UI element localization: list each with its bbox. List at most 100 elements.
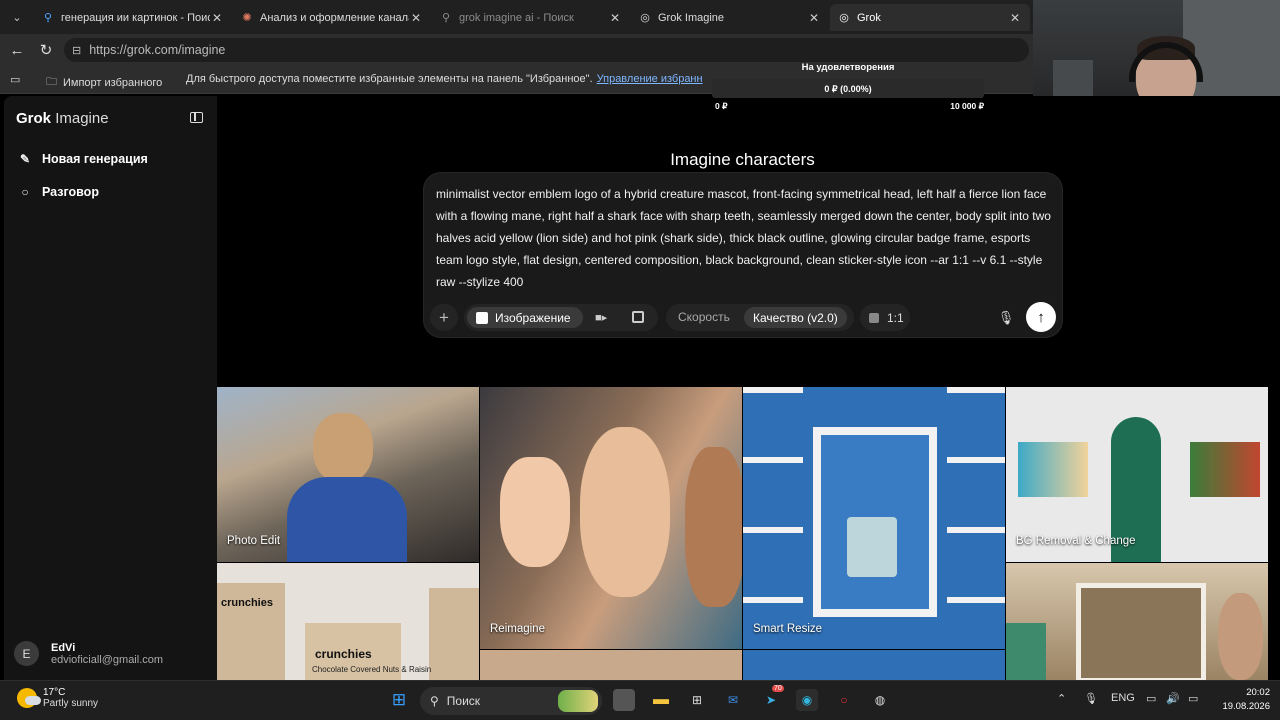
refresh-icon[interactable]: ↻ <box>35 40 57 60</box>
street-photo-image <box>1076 583 1206 680</box>
donation-progress-bar: 0 ₽ (0.00%) <box>712 79 984 98</box>
cartoon-face-image <box>500 457 570 567</box>
image-icon <box>476 311 488 324</box>
add-attachment-button[interactable]: + <box>430 304 458 331</box>
browser-tab[interactable]: ✺ Анализ и оформление канала Ki ✕ <box>233 4 431 31</box>
manage-favorites-link[interactable]: Управление избранн <box>597 73 703 85</box>
close-tab-icon[interactable]: ✕ <box>608 11 622 25</box>
gallery-tile-photo-edit[interactable]: Photo Edit <box>217 387 479 562</box>
close-tab-icon[interactable]: ✕ <box>210 11 224 25</box>
edge-icon[interactable]: ◉ <box>796 689 818 711</box>
person-face-image <box>1218 593 1263 680</box>
anime-face-image <box>580 427 670 597</box>
gallery-tile-partial[interactable] <box>743 650 1005 680</box>
outlook-icon[interactable]: ✉ <box>722 689 744 711</box>
quality-option[interactable]: Качество (v2.0) <box>744 307 847 328</box>
donation-min: 0 ₽ <box>715 101 728 111</box>
photo-strip-left <box>743 387 803 649</box>
sidebar-item-new-generation[interactable]: ✎ Новая генерация <box>18 148 148 170</box>
taskbar-search[interactable]: ⚲ Поиск <box>420 687 602 715</box>
app-icon[interactable]: ◍ <box>869 689 891 711</box>
partly-sunny-icon <box>17 688 41 708</box>
browser-tab[interactable]: ◎ Grok Imagine ✕ <box>631 4 829 31</box>
gallery-tile-bg-removal[interactable]: BG Removal & Change <box>1006 387 1268 562</box>
telegram-icon[interactable]: ➤ 70 <box>760 685 784 711</box>
person-face-image <box>313 413 373 483</box>
close-tab-icon[interactable]: ✕ <box>409 11 423 25</box>
gallery-tile-reimagine[interactable]: Reimagine <box>480 387 742 649</box>
microphone-icon[interactable]: 🎙 <box>998 304 1015 331</box>
main-content: Imagine characters minimalist vector emb… <box>217 96 1280 680</box>
grok-icon: ◎ <box>839 12 849 24</box>
weather-desc: Partly sunny <box>43 698 99 709</box>
donation-title: На удовлетворения <box>801 62 895 73</box>
grid-icon[interactable] <box>632 311 644 323</box>
grok-imagine-logo[interactable]: Grok Imagine <box>16 110 109 127</box>
close-tab-icon[interactable]: ✕ <box>1008 11 1022 25</box>
opera-icon[interactable]: ○ <box>833 689 855 711</box>
store-icon[interactable]: ⊞ <box>686 689 708 711</box>
site-info-icon[interactable]: ⊟ <box>72 44 81 57</box>
sidebar-item-chat[interactable]: ○ Разговор <box>18 181 99 203</box>
send-button[interactable]: ↑ <box>1026 302 1056 332</box>
photo-strip-right <box>947 387 1005 649</box>
language-indicator[interactable]: ENG <box>1111 692 1135 704</box>
edit-icon: ✎ <box>19 152 31 166</box>
sidebar-toggle-icon[interactable] <box>190 112 203 123</box>
prompt-input[interactable]: minimalist vector emblem logo of a hybri… <box>436 183 1058 293</box>
folder-icon: 🗀 <box>46 76 57 88</box>
browser-tab[interactable]: ⚲ grok imagine ai - Поиск ✕ <box>432 4 630 31</box>
plus-icon: + <box>439 307 449 327</box>
arrow-up-icon: ↑ <box>1037 308 1045 326</box>
mode-image-button[interactable]: Изображение <box>467 307 583 328</box>
close-tab-icon[interactable]: ✕ <box>807 11 821 25</box>
gallery-tile-smart-resize[interactable]: Smart Resize <box>743 387 1005 649</box>
back-arrow-icon[interactable]: ← <box>6 40 28 60</box>
weather-widget[interactable]: 17°C Partly sunny <box>17 687 98 709</box>
tile-label: BG Removal & Change <box>1016 535 1136 547</box>
donation-amount: 0 ₽ (0.00%) <box>824 84 872 94</box>
import-favorites-button[interactable]: 🗀 Импорт избранного <box>46 73 162 92</box>
user-name: EdVi <box>51 641 76 654</box>
donation-goal-widget: На удовлетворения 0 ₽ (0.00%) 0 ₽ 10 000… <box>712 60 984 115</box>
tab-actions-menu-icon[interactable]: ⌄ <box>6 6 28 28</box>
task-view-icon[interactable] <box>613 689 635 711</box>
favorites-icon[interactable]: ▭ <box>10 73 20 86</box>
template-gallery: Photo Edit Reimagine Smart Resize BG Rem… <box>217 387 1268 680</box>
prompt-composer: minimalist vector emblem logo of a hybri… <box>423 172 1063 338</box>
tile-label: Smart Resize <box>753 623 823 635</box>
battery-icon[interactable]: ▭ <box>1188 692 1198 705</box>
speed-option[interactable]: Скорость <box>678 310 730 324</box>
search-highlight-image <box>558 690 598 712</box>
claude-icon: ✺ <box>242 12 252 24</box>
clock[interactable]: 20:02 19.08.2026 <box>1212 686 1270 714</box>
network-icon[interactable]: ▭ <box>1146 692 1156 705</box>
gallery-tile-street-scene[interactable] <box>1006 563 1268 680</box>
square-ratio-icon <box>869 312 879 323</box>
product-bag-image <box>429 588 479 680</box>
user-email: edvioficiall@gmail.com <box>51 653 164 666</box>
grok-icon: ◎ <box>640 12 650 24</box>
browser-tab[interactable]: ⚲ генерация ии картинок - Поиск ✕ <box>34 4 232 31</box>
user-profile[interactable]: E EdVi edvioficiall@gmail.com <box>14 641 163 666</box>
volume-icon[interactable]: 🔊 <box>1166 692 1180 705</box>
product-brand-text: crunchies <box>221 597 273 609</box>
chevron-up-icon[interactable]: ⌃ <box>1057 692 1066 705</box>
scooter-image <box>1006 623 1046 680</box>
favorites-hint: Для быстрого доступа поместите избранные… <box>186 73 703 85</box>
background-sample-beach <box>1018 442 1088 497</box>
windows-start-icon[interactable]: ⊞ <box>388 689 410 711</box>
gallery-tile-product[interactable]: crunchies crunchies Chocolate Covered Nu… <box>217 563 479 680</box>
video-icon[interactable]: ■▸ <box>595 311 608 324</box>
aspect-ratio-button[interactable]: 1:1 <box>860 304 910 331</box>
file-explorer-icon[interactable]: ▬ <box>650 689 672 711</box>
browser-tab-bar: ⌄ ⚲ генерация ии картинок - Поиск ✕ ✺ Ан… <box>0 0 1033 34</box>
product-jar-image <box>847 517 897 577</box>
donation-max: 10 000 ₽ <box>950 101 984 111</box>
gallery-tile-partial[interactable] <box>480 650 742 680</box>
microphone-icon[interactable]: 🎙 <box>1084 692 1098 705</box>
speed-quality-selector: Скорость Качество (v2.0) <box>666 304 854 331</box>
browser-tab-active[interactable]: ◎ Grok ✕ <box>830 4 1030 31</box>
person-jacket-image <box>287 477 407 562</box>
url-input[interactable]: ⊟ https://grok.com/imagine <box>64 38 1029 62</box>
